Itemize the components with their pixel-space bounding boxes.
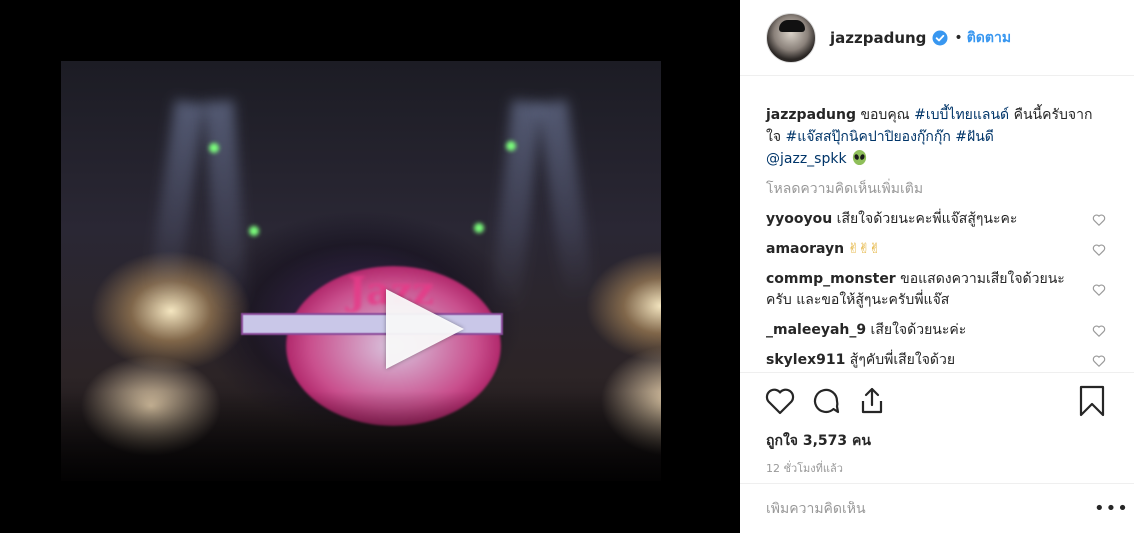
stage-light bbox=[249, 226, 259, 236]
stage-beam bbox=[203, 100, 249, 312]
caption-username[interactable]: jazzpadung bbox=[766, 107, 856, 123]
hashtag-link[interactable]: #ฝันดี bbox=[955, 129, 994, 145]
hashtag-link[interactable]: #แจ๊สสปุ๊กนิคปาปิยองกุ๊กกุ๊ก bbox=[786, 129, 951, 145]
add-comment-input[interactable] bbox=[766, 500, 1094, 517]
post-actions-bar bbox=[740, 373, 1134, 429]
comments-section: jazzpadung ขอบคุณ #เบบี้ไทยแลนด์ คืนนี้ค… bbox=[740, 76, 1134, 373]
share-icon[interactable] bbox=[856, 385, 888, 417]
comment-item: yyooyou เสียใจด้วยนะคะพี่แจ๊สสู้ๆนะคะ bbox=[766, 209, 1106, 230]
hashtag-link[interactable]: #เบบี้ไทยแลนด์ bbox=[914, 107, 1009, 123]
load-more-comments-link[interactable]: โหลดความคิดเห็นเพิ่มเติม bbox=[766, 178, 1106, 200]
post-side-panel: jazzpadung • ติดตาม jazzpadung ขอบคุณ #เ… bbox=[740, 0, 1134, 533]
add-comment-bar: ••• bbox=[740, 483, 1134, 533]
separator-dot: • bbox=[954, 29, 963, 46]
comment-text: ✌✌✌ bbox=[844, 241, 881, 257]
post-timestamp[interactable]: 12 ชั่วโมงที่แล้ว bbox=[740, 459, 1134, 479]
comment-text: เสียใจด้วยนะค่ะ bbox=[866, 322, 967, 338]
likes-count[interactable]: ถูกใจ 3,573 คน bbox=[740, 429, 1134, 453]
mention-link[interactable]: @jazz_spkk bbox=[766, 151, 847, 167]
comment-text: สู้ๆคับพี่เสียใจด้วย bbox=[845, 352, 956, 368]
avatar[interactable] bbox=[766, 12, 816, 63]
video-player[interactable]: Jazz bbox=[61, 61, 661, 481]
more-options-icon[interactable]: ••• bbox=[1094, 498, 1128, 519]
comment-item: _maleeyah_9 เสียใจด้วยนะค่ะ bbox=[766, 320, 1106, 341]
post-caption: jazzpadung ขอบคุณ #เบบี้ไทยแลนด์ คืนนี้ค… bbox=[766, 104, 1106, 170]
comment-like-heart-icon[interactable] bbox=[1092, 243, 1106, 257]
comment-like-heart-icon[interactable] bbox=[1092, 213, 1106, 227]
media-pane: Jazz bbox=[0, 0, 740, 533]
comment-item: amaorayn ✌✌✌ bbox=[766, 239, 1106, 260]
verified-badge-icon bbox=[932, 30, 948, 45]
author-username[interactable]: jazzpadung bbox=[830, 29, 926, 47]
bookmark-icon[interactable] bbox=[1078, 385, 1106, 417]
comment-like-heart-icon[interactable] bbox=[1092, 354, 1106, 368]
post-header: jazzpadung • ติดตาม bbox=[740, 0, 1134, 76]
comment-item: commp_monster ขอแสดงความเสียใจด้วยนะครับ… bbox=[766, 269, 1106, 311]
comment-text: เสียใจด้วยนะคะพี่แจ๊สสู้ๆนะคะ bbox=[832, 211, 1018, 227]
stage-light bbox=[506, 141, 516, 151]
stage-beam bbox=[490, 100, 542, 312]
follow-button[interactable]: ติดตาม bbox=[967, 27, 1011, 49]
stage-light bbox=[474, 223, 484, 233]
comment-username[interactable]: _maleeyah_9 bbox=[766, 322, 866, 338]
comment-item: skylex911 สู้ๆคับพี่เสียใจด้วย bbox=[766, 350, 1106, 371]
play-icon[interactable] bbox=[386, 289, 464, 369]
comment-like-heart-icon[interactable] bbox=[1092, 283, 1106, 297]
caption-text: ขอบคุณ bbox=[856, 107, 915, 123]
comment-like-heart-icon[interactable] bbox=[1092, 324, 1106, 338]
heart-icon[interactable] bbox=[764, 386, 796, 416]
comment-username[interactable]: amaorayn bbox=[766, 241, 844, 257]
comment-username[interactable]: commp_monster bbox=[766, 271, 896, 287]
alien-emoji-icon bbox=[852, 149, 867, 166]
stage-beam bbox=[147, 99, 205, 303]
crowd-silhouette bbox=[61, 391, 661, 481]
comment-icon[interactable] bbox=[810, 385, 842, 417]
comment-username[interactable]: skylex911 bbox=[766, 352, 845, 368]
comment-username[interactable]: yyooyou bbox=[766, 211, 832, 227]
stage-light bbox=[209, 143, 219, 153]
stage-beam bbox=[537, 99, 595, 303]
